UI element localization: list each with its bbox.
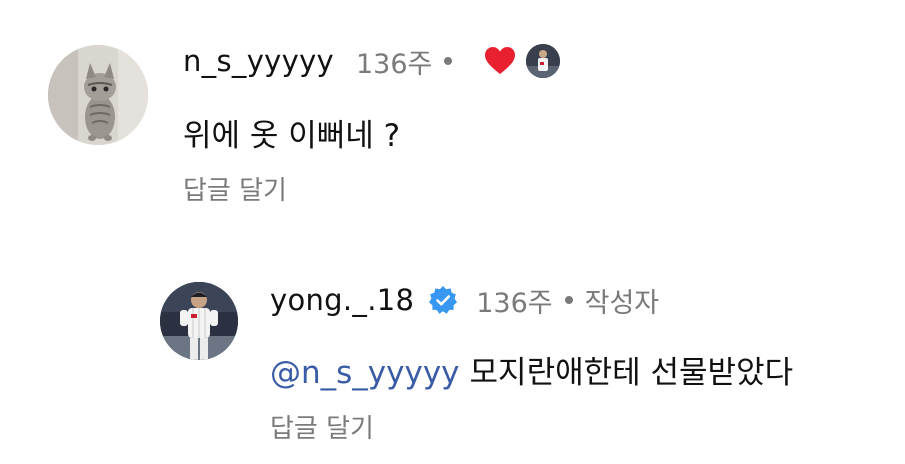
timestamp: 136주	[476, 287, 553, 319]
reply-button[interactable]: 답글 달기	[183, 170, 287, 207]
verified-badge-icon	[428, 285, 458, 315]
username[interactable]: n_s_yyyyy	[183, 44, 334, 78]
username[interactable]: yong._.18	[270, 283, 414, 317]
comment-1-meta: n_s_yyyyy 136주	[183, 41, 561, 81]
baseball-player-avatar[interactable]	[160, 282, 238, 360]
author-mini-avatar	[526, 44, 561, 78]
heart-icon	[484, 46, 516, 76]
mention-link[interactable]: @n_s_yyyyy	[270, 355, 460, 391]
reply-button[interactable]: 답글 달기	[270, 408, 374, 445]
comment-2-meta: yong._.18 136주 작성자	[270, 280, 659, 320]
separator-dot	[444, 57, 453, 65]
kitten-avatar[interactable]	[48, 45, 148, 145]
author-label: 작성자	[584, 287, 660, 319]
reply-text: @n_s_yyyyy 모지란애한테 선물받았다	[270, 347, 793, 392]
comment-text: 위에 옷 이뻐네 ?	[183, 118, 401, 154]
separator-dot	[564, 296, 573, 304]
timestamp: 136주	[356, 48, 433, 80]
comment-1: n_s_yyyyy 136주 위에 옷 이뻐네 ? 답글 달기	[0, 0, 905, 230]
reply-text-body: 모지란애한테 선물받았다	[469, 355, 794, 391]
